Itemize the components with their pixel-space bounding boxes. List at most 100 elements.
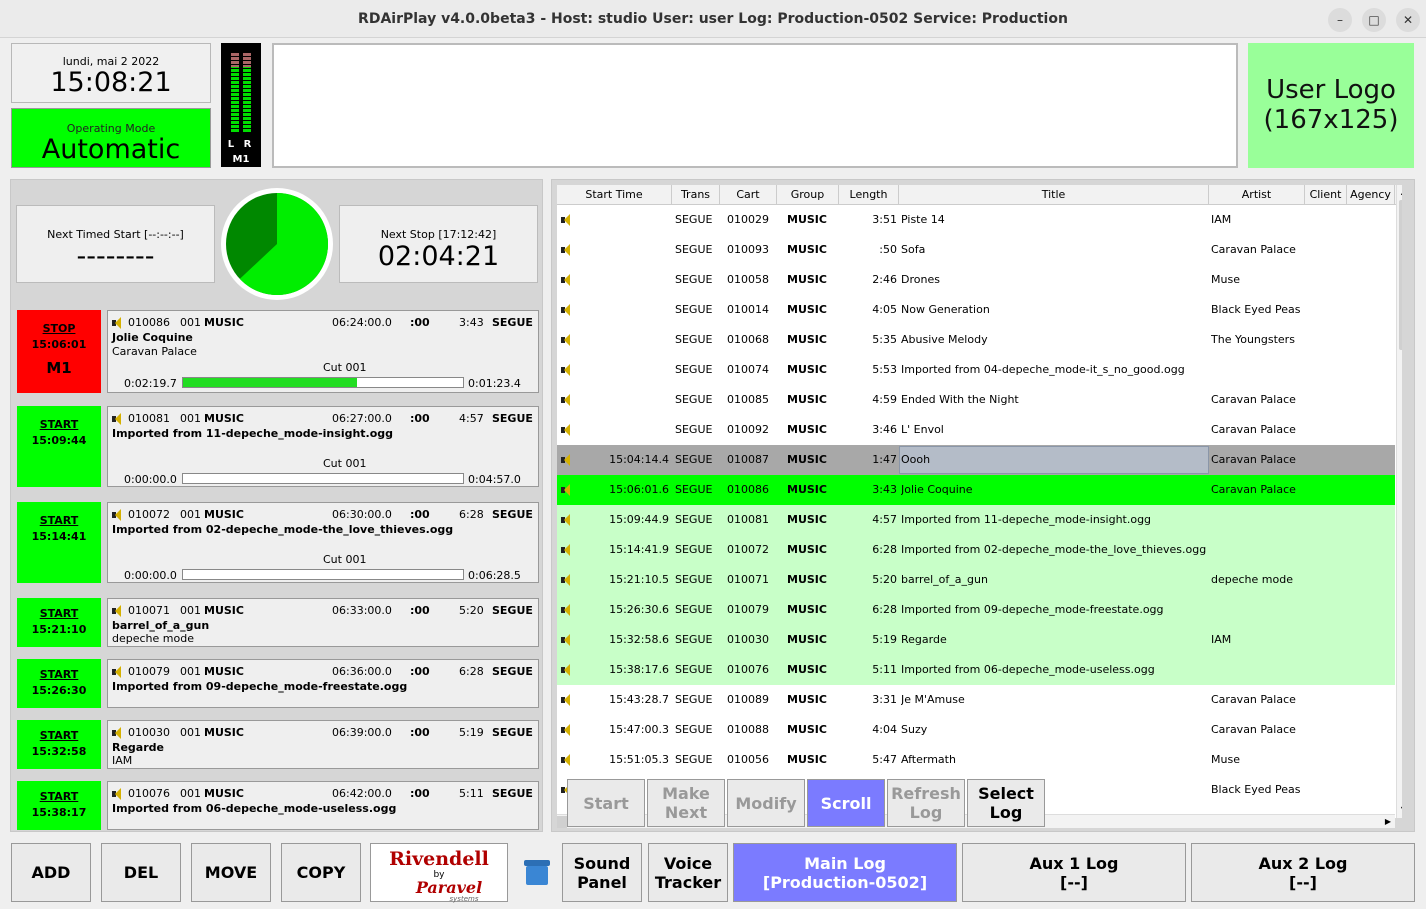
log-cell-trans: SEGUE — [675, 723, 713, 736]
log-vertical-scrollbar[interactable]: ▲ ▼ — [1396, 185, 1402, 818]
log-row[interactable]: SEGUE 010014 MUSIC 4:05 Now Generation Black … — [557, 295, 1395, 325]
log-cell-trans: SEGUE — [675, 333, 713, 346]
slot-talk: :00 — [410, 508, 430, 521]
maximize-icon[interactable]: □ — [1362, 8, 1386, 32]
slot-button-2[interactable]: START 15:14:41 — [17, 502, 101, 583]
move-button[interactable]: MOVE — [191, 843, 271, 902]
add-button[interactable]: ADD — [11, 843, 91, 902]
col-cart[interactable]: Cart — [720, 185, 777, 205]
log-row[interactable]: SEGUE 010029 MUSIC 3:51 Piste 14 IAM — [557, 205, 1395, 235]
slot-button-6[interactable]: START 15:38:17 — [17, 781, 101, 830]
log-row[interactable]: SEGUE 010093 MUSIC:50 Sofa Caravan Palace — [557, 235, 1395, 265]
slot-title: Regarde — [112, 741, 164, 754]
scroll-right-icon[interactable]: ▶ — [1382, 815, 1394, 829]
pie-countdown — [221, 188, 333, 300]
log-cell-group: MUSIC — [787, 243, 827, 256]
slot-1[interactable]: 010081 001 MUSIC 06:27:00.0 :00 4:57 SEG… — [107, 406, 539, 487]
log-cell-artist: Caravan Palace — [1211, 483, 1296, 496]
col-trans[interactable]: Trans — [672, 185, 720, 205]
col-agency[interactable]: Agency — [1347, 185, 1395, 205]
slot-4[interactable]: 010079 001 MUSIC 06:36:00.0 :00 6:28 SEG… — [107, 659, 539, 708]
select-log-button[interactable]: Select Log — [967, 779, 1045, 827]
slot-button-3[interactable]: START 15:21:10 — [17, 598, 101, 647]
operating-mode-button[interactable]: Operating Mode Automatic — [11, 108, 211, 168]
refresh-log-button[interactable]: Refresh Log — [887, 779, 965, 827]
log-row[interactable]: 15:43:28.7 SEGUE 010089 MUSIC 3:31 Je M'Amuse… — [557, 685, 1395, 715]
col-start-time[interactable]: Start Time — [557, 185, 672, 205]
sound-panel-button[interactable]: Sound Panel — [562, 843, 642, 902]
del-button[interactable]: DEL — [101, 843, 181, 902]
col-client[interactable]: Client — [1305, 185, 1347, 205]
log-row[interactable]: 15:21:10.5 SEGUE 010071 MUSIC 5:20 barrel_of_… — [557, 565, 1395, 595]
log-cell-title: Abusive Melody — [901, 333, 988, 346]
rivendell-logo-text: Rivendell — [389, 848, 489, 870]
col-artist[interactable]: Artist — [1209, 185, 1305, 205]
log-cell-len: 5:11 — [872, 663, 897, 676]
slot-button-4[interactable]: START 15:26:30 — [17, 659, 101, 708]
log-cell-title: Drones — [901, 273, 940, 286]
log-row[interactable]: SEGUE 010074 MUSIC 5:53 Imported from 04-dep… — [557, 355, 1395, 385]
slot-0[interactable]: 010086 001 MUSIC 06:24:00.0 :00 3:43 SEG… — [107, 310, 539, 393]
scroll-button[interactable]: Scroll — [807, 779, 885, 827]
col-title[interactable]: Title — [899, 185, 1209, 205]
log-cell-artist: Muse — [1211, 273, 1240, 286]
log-row[interactable]: SEGUE 010068 MUSIC 5:35 Abusive Melody The Yo… — [557, 325, 1395, 355]
log-cell-start — [557, 415, 669, 445]
col-group[interactable]: Group — [777, 185, 839, 205]
close-icon[interactable]: ✕ — [1396, 8, 1420, 32]
log-row[interactable]: SEGUE 010092 MUSIC 3:46 L' Envol Caravan Pala… — [557, 415, 1395, 445]
voice-tracker-label-2: Tracker — [654, 872, 722, 892]
log-cell-title: Imported from 09-depeche_mode-freestate.… — [901, 603, 1164, 616]
log-row[interactable]: 15:04:14.4 SEGUE 010087 MUSIC 1:47 Oooh Carava… — [557, 445, 1395, 475]
log-start-button[interactable]: Start — [567, 779, 645, 827]
scroll-down-icon[interactable]: ▼ — [1397, 805, 1402, 814]
slot-cut: 001 — [180, 604, 201, 617]
slot-cut-label: Cut 001 — [323, 553, 367, 566]
scroll-thumb[interactable] — [1399, 200, 1402, 350]
slot-cut: 001 — [180, 665, 201, 678]
log-row[interactable]: 15:09:44.9 SEGUE 010081 MUSIC 4:57 Imported f… — [557, 505, 1395, 535]
slot-6[interactable]: 010076 001 MUSIC 06:42:00.0 :00 5:11 SEG… — [107, 781, 539, 830]
aux2-log-button[interactable]: Aux 2 Log [--] — [1191, 843, 1415, 902]
slot-length: 6:28 — [459, 508, 484, 521]
speaker-icon — [112, 788, 125, 800]
log-row[interactable]: SEGUE 010058 MUSIC 2:46 Drones Muse — [557, 265, 1395, 295]
log-row[interactable]: 15:06:01.6 SEGUE 010086 MUSIC 3:43 Jolie Coqu… — [557, 475, 1395, 505]
scroll-up-icon[interactable]: ▲ — [1397, 187, 1402, 196]
pie-countdown-graphic — [226, 193, 328, 295]
log-row[interactable]: 15:14:41.9 SEGUE 010072 MUSIC 6:28 Imported f… — [557, 535, 1395, 565]
slot-button-1[interactable]: START 15:09:44 — [17, 406, 101, 487]
make-next-button[interactable]: Make Next — [647, 779, 725, 827]
hscroll-thumb[interactable] — [557, 816, 567, 828]
main-log-button[interactable]: Main Log [Production-0502] — [733, 843, 957, 902]
log-list[interactable]: Start Time Trans Cart Group Length Title… — [557, 185, 1402, 818]
slot-button-5[interactable]: START 15:32:58 — [17, 720, 101, 769]
log-cell-start: 15:43:28.7 — [609, 693, 669, 706]
log-cell-trans: SEGUE — [675, 663, 713, 676]
log-row[interactable]: 15:26:30.6 SEGUE 010079 MUSIC 6:28 Imported f… — [557, 595, 1395, 625]
slot-cut-label: Cut 001 — [323, 457, 367, 470]
copy-button[interactable]: COPY — [281, 843, 361, 902]
log-cell-start: 15:04:14.4 — [609, 453, 669, 466]
log-row[interactable]: 15:32:58.6 SEGUE 010030 MUSIC 5:19 Regarde IAM — [557, 625, 1395, 655]
slot-trans: SEGUE — [492, 508, 533, 521]
modify-button[interactable]: Modify — [727, 779, 805, 827]
log-cell-start: 15:09:44.9 — [609, 513, 669, 526]
log-row[interactable]: 15:51:05.3 SEGUE 010056 MUSIC 5:47 Aftermath M… — [557, 745, 1395, 775]
minimize-icon[interactable]: – — [1328, 8, 1352, 32]
slot-2[interactable]: 010072 001 MUSIC 06:30:00.0 :00 6:28 SEG… — [107, 502, 539, 583]
log-cell-cart: 010071 — [727, 573, 769, 586]
log-cell-trans: SEGUE — [675, 633, 713, 646]
slot-3[interactable]: 010071 001 MUSIC 06:33:00.0 :00 5:20 SEG… — [107, 598, 539, 647]
log-row[interactable]: SEGUE 010085 MUSIC 4:59 Ended With the Night… — [557, 385, 1395, 415]
voice-tracker-button[interactable]: Voice Tracker — [648, 843, 728, 902]
slot-5[interactable]: 010030 001 MUSIC 06:39:00.0 :00 5:19 SEG… — [107, 720, 539, 769]
slot-button-0[interactable]: STOP 15:06:01 M1 — [17, 310, 101, 393]
trash-icon[interactable] — [522, 858, 552, 886]
col-length[interactable]: Length — [839, 185, 899, 205]
log-row[interactable]: 15:47:00.3 SEGUE 010088 MUSIC 4:04 Suzy Carava… — [557, 715, 1395, 745]
aux1-log-button[interactable]: Aux 1 Log [--] — [962, 843, 1186, 902]
log-cell-group: MUSIC — [787, 363, 827, 376]
log-row[interactable]: 15:38:17.6 SEGUE 010076 MUSIC 5:11 Imported f… — [557, 655, 1395, 685]
slot-button-time: 15:06:01 — [31, 338, 87, 351]
